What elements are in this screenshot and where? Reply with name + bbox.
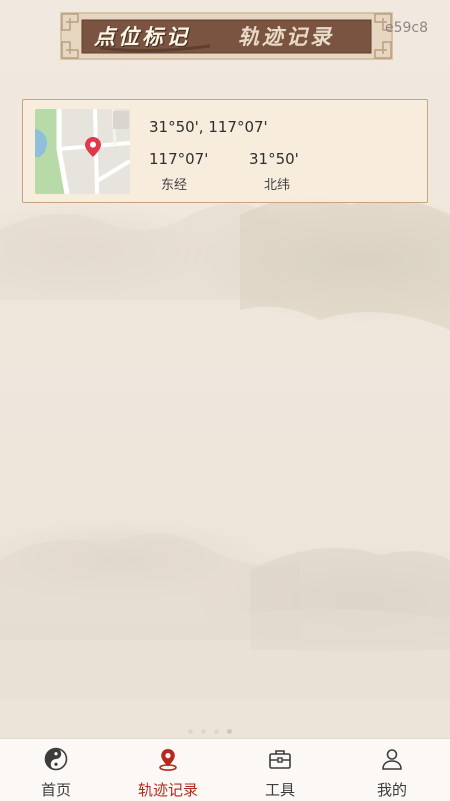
toolbox-icon (269, 750, 291, 769)
nav-item-mine[interactable]: 我的 (336, 739, 448, 801)
yin-yang-icon (44, 747, 68, 771)
tab-marker[interactable]: 点位标记 (94, 20, 224, 54)
latitude-value: 31°50' (249, 150, 299, 168)
tab-track-record[interactable]: 轨迹记录 (238, 20, 368, 54)
nav-item-tools[interactable]: 工具 (224, 739, 336, 801)
longitude-label: 东经 (161, 178, 188, 193)
location-pin-icon (159, 749, 177, 771)
map-thumbnail (35, 109, 130, 194)
nav-item-track[interactable]: 轨迹记录 (112, 739, 224, 801)
page-dot-active (227, 729, 232, 734)
nav-label-track: 轨迹记录 (137, 781, 198, 799)
nav-label-tools: 工具 (264, 781, 295, 799)
page-indicator (188, 729, 232, 734)
bottom-navigation: 首页 轨迹记录 工具 我的 (0, 738, 450, 801)
location-pin-icon (85, 137, 101, 157)
longitude-value: 117°07' (149, 150, 209, 168)
person-icon (382, 749, 402, 770)
page-dot (214, 729, 219, 734)
nav-label-mine: 我的 (376, 781, 407, 799)
latitude-label: 北纬 (264, 178, 291, 193)
header-banner: 点位标记 轨迹记录 (60, 10, 393, 62)
page-dot (201, 729, 206, 734)
track-record-card[interactable]: 31°50', 117°07' 117°07' 31°50' 东经 北纬 (22, 99, 428, 203)
nav-item-home[interactable]: 首页 (0, 739, 112, 801)
corner-id-text: e59c8 (384, 20, 428, 36)
nav-label-home: 首页 (40, 781, 71, 799)
coordinates-text: 31°50', 117°07' (149, 118, 268, 136)
page-dot (188, 729, 193, 734)
